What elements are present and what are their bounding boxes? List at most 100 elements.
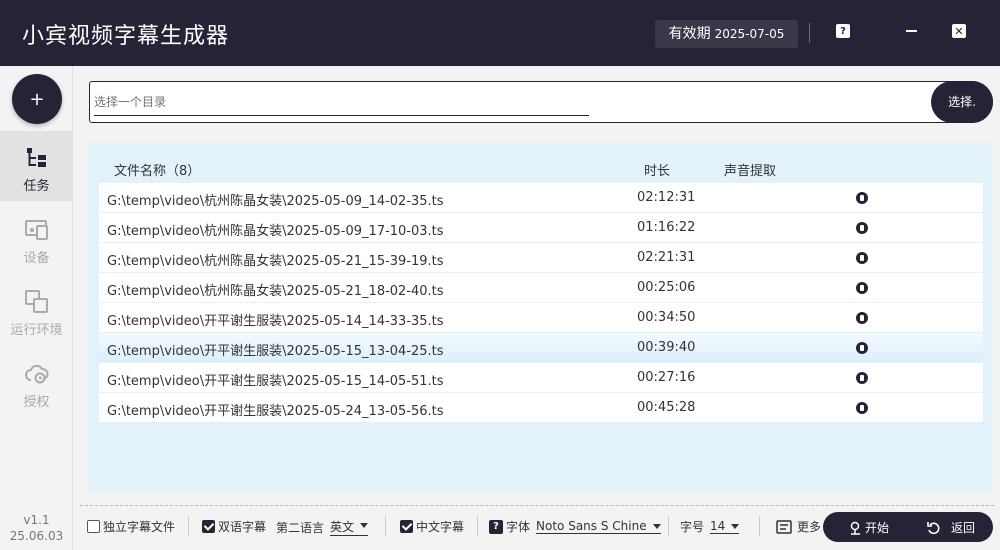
- table-row[interactable]: G:\temp\video\开平谢生服装\2025-05-15_13-04-25…: [99, 333, 983, 363]
- select-directory-button[interactable]: 选择.: [931, 81, 993, 123]
- minimize-icon[interactable]: [904, 24, 918, 38]
- back-label: 返回: [951, 521, 976, 535]
- duration-cell: 01:16:22: [637, 220, 696, 235]
- toolbar-separator: [668, 516, 669, 536]
- duration-cell: 00:34:50: [637, 310, 696, 325]
- file-path-cell: G:\temp\video\开平谢生服装\2025-05-24_13-05-56…: [107, 404, 444, 419]
- file-path-cell: G:\temp\video\开平谢生服装\2025-05-15_13-04-25…: [107, 344, 444, 359]
- sidebar: + 任务 设备 运行环境 授权 v1.1 25.06.03: [0, 66, 73, 550]
- sidebar-item-label: 设备: [23, 251, 50, 266]
- delete-icon[interactable]: [856, 342, 868, 354]
- delete-icon[interactable]: [856, 402, 868, 414]
- chinese-subtitle-label: 中文字幕: [416, 520, 465, 534]
- sidebar-item-label: 任务: [23, 179, 50, 194]
- file-path-cell: G:\temp\video\开平谢生服装\2025-05-14_14-33-35…: [107, 314, 444, 329]
- column-header-name: 文件名称（8）: [114, 164, 201, 179]
- duration-cell: 00:25:06: [637, 280, 696, 295]
- font-select[interactable]: ? 字体 Noto Sans S Chine: [489, 518, 661, 535]
- title-bar: 小宾视频字幕生成器 有效期 2025-07-05 ? ✕: [0, 0, 1000, 66]
- table-row[interactable]: G:\temp\video\开平谢生服装\2025-05-15_14-05-51…: [99, 363, 983, 393]
- toolbar-separator: [188, 516, 189, 536]
- file-list-panel: 文件名称（8） 时长 声音提取 G:\temp\video\杭州陈晶女装\202…: [89, 143, 993, 492]
- table-row[interactable]: G:\temp\video\杭州陈晶女装\2025-05-21_15-39-19…: [99, 243, 983, 273]
- bilingual-subtitle-label: 双语字幕: [218, 520, 267, 534]
- directory-bar: 选择.: [89, 81, 993, 123]
- start-icon: [850, 521, 860, 535]
- undo-icon: [927, 521, 940, 534]
- second-language-select[interactable]: 第二语言 英文: [276, 518, 369, 536]
- validity-badge[interactable]: 有效期 2025-07-05: [655, 20, 798, 48]
- chinese-subtitle-checkbox[interactable]: 中文字幕: [400, 518, 464, 535]
- duration-cell: 00:45:28: [637, 400, 696, 415]
- more-button[interactable]: 更多: [776, 518, 821, 535]
- font-dropdown[interactable]: Noto Sans S Chine: [536, 519, 661, 534]
- delete-icon[interactable]: [856, 312, 868, 324]
- start-label: 开始: [865, 521, 890, 535]
- more-label: 更多: [797, 520, 822, 534]
- column-header-duration: 时长: [644, 164, 671, 179]
- table-row[interactable]: G:\temp\video\杭州陈晶女装\2025-05-09_17-10-03…: [99, 213, 983, 243]
- toolbar-separator: [385, 516, 386, 536]
- second-language-label: 第二语言: [276, 520, 325, 535]
- font-label: 字体: [506, 520, 531, 534]
- table-row[interactable]: G:\temp\video\杭州陈晶女装\2025-05-21_18-02-40…: [99, 273, 983, 303]
- cloud-license-icon: [24, 364, 49, 384]
- duration-cell: 02:12:31: [637, 190, 696, 205]
- duration-cell: 02:21:31: [637, 250, 696, 265]
- delete-icon[interactable]: [856, 192, 868, 204]
- checkbox-checked[interactable]: [202, 520, 215, 533]
- file-path-cell: G:\temp\video\开平谢生服装\2025-05-15_14-05-51…: [107, 374, 444, 389]
- checkbox-checked[interactable]: [400, 520, 413, 533]
- file-path-cell: G:\temp\video\杭州陈晶女装\2025-05-21_18-02-40…: [107, 284, 444, 299]
- sidebar-item-license[interactable]: 授权: [0, 347, 73, 417]
- duration-cell: 00:27:16: [637, 370, 696, 385]
- titlebar-divider: [809, 23, 810, 43]
- file-path-cell: G:\temp\video\杭州陈晶女装\2025-05-09_14-02-35…: [107, 194, 444, 209]
- table-row[interactable]: G:\temp\video\开平谢生服装\2025-05-24_13-05-56…: [99, 393, 983, 423]
- bottom-divider: [80, 505, 994, 506]
- back-button[interactable]: 返回: [927, 519, 975, 536]
- close-icon[interactable]: ✕: [952, 24, 966, 38]
- delete-icon[interactable]: [856, 372, 868, 384]
- bilingual-subtitle-checkbox[interactable]: 双语字幕: [202, 518, 266, 535]
- version-number: v1.1: [23, 513, 50, 527]
- column-header-audio: 声音提取: [724, 164, 777, 179]
- table-row[interactable]: G:\temp\video\杭州陈晶女装\2025-05-09_14-02-35…: [99, 183, 983, 213]
- environment-icon: [24, 290, 48, 313]
- add-task-button[interactable]: +: [12, 74, 62, 124]
- app-title: 小宾视频字幕生成器: [22, 24, 230, 49]
- sidebar-item-task[interactable]: 任务: [0, 131, 73, 201]
- file-rows: G:\temp\video\杭州陈晶女装\2025-05-09_14-02-35…: [99, 183, 983, 423]
- checkbox-unchecked[interactable]: [87, 520, 100, 533]
- build-number: 25.06.03: [9, 529, 64, 543]
- font-size-label: 字号: [680, 520, 705, 534]
- toolbar-separator: [477, 516, 478, 536]
- directory-input[interactable]: [94, 88, 589, 116]
- standalone-subtitle-checkbox[interactable]: 独立字幕文件: [87, 518, 175, 535]
- file-path-cell: G:\temp\video\杭州陈晶女装\2025-05-21_15-39-19…: [107, 254, 444, 269]
- action-pill: 开始 返回: [823, 512, 993, 542]
- delete-icon[interactable]: [856, 282, 868, 294]
- font-size-dropdown[interactable]: 14: [710, 519, 740, 534]
- device-icon: [24, 220, 48, 240]
- start-button[interactable]: 开始: [849, 519, 889, 536]
- help-icon[interactable]: ?: [836, 24, 850, 38]
- sidebar-item-label: 运行环境: [10, 323, 63, 338]
- sidebar-item-device[interactable]: 设备: [0, 203, 73, 273]
- table-row[interactable]: G:\temp\video\开平谢生服装\2025-05-14_14-33-35…: [99, 303, 983, 333]
- sidebar-item-environment[interactable]: 运行环境: [0, 275, 73, 345]
- delete-icon[interactable]: [856, 222, 868, 234]
- version-info: v1.1 25.06.03: [0, 512, 73, 544]
- duration-cell: 00:39:40: [637, 340, 696, 355]
- validity-label: 有效期: [668, 26, 711, 42]
- second-language-dropdown[interactable]: 英文: [330, 518, 369, 536]
- task-tree-icon: [26, 148, 46, 167]
- validity-date: 2025-07-05: [714, 27, 785, 41]
- font-help-icon[interactable]: ?: [489, 519, 503, 534]
- sidebar-item-label: 授权: [23, 395, 50, 410]
- more-settings-icon: [776, 519, 792, 534]
- font-size-select[interactable]: 字号 14: [680, 518, 740, 535]
- delete-icon[interactable]: [856, 252, 868, 264]
- file-path-cell: G:\temp\video\杭州陈晶女装\2025-05-09_17-10-03…: [107, 224, 444, 239]
- toolbar-separator: [759, 516, 760, 536]
